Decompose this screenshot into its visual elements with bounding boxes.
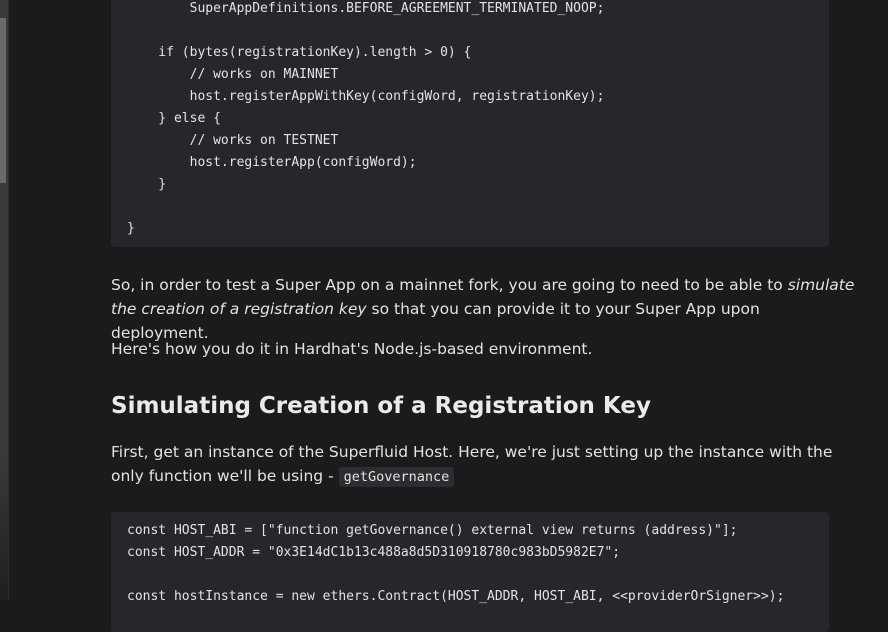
code-line: SuperAppDefinitions.BEFORE_AGREEMENT_TER… [127,1,605,16]
code-line: if (bytes(registrationKey).length > 0) { [127,45,472,60]
text: First, get an instance of the Superfluid… [111,443,833,485]
scrollbar-thumb[interactable] [0,18,6,183]
paragraph-mainnet-fork: So, in order to test a Super App on a ma… [111,273,861,345]
code-line: const hostInstance = new ethers.Contract… [127,589,785,604]
code-block-solidity: SuperAppDefinitions.BEFORE_AGREEMENT_TER… [111,0,829,247]
side-panel-scrollbar[interactable] [0,0,8,600]
divider [8,0,9,600]
code-block-javascript: const HOST_ABI = ["function getGovernanc… [111,512,829,632]
code-line: host.registerApp(configWord); [127,155,417,170]
text: So, in order to test a Super App on a ma… [111,276,788,294]
code-line: // works on MAINNET [127,67,339,82]
side-panel-lower [0,450,8,600]
code-line: const HOST_ABI = ["function getGovernanc… [127,523,738,538]
code-line: } [127,221,135,236]
code-line: // works on TESTNET [127,133,339,148]
code-line: } else { [127,111,221,126]
code-line: const HOST_ADDR = "0x3E14dC1b13c488a8d5D… [127,545,621,560]
code-line: } [127,177,167,192]
code-line: ​ [127,196,813,218]
inline-code: getGovernance [338,467,455,487]
code-line: ​ [127,20,813,42]
section-heading: Simulating Creation of a Registration Ke… [111,393,651,419]
code-line: host.registerAppWithKey(configWord, regi… [127,89,605,104]
paragraph-host-instance: First, get an instance of the Superfluid… [111,440,861,489]
paragraph-hardhat: Here's how you do it in Hardhat's Node.j… [111,340,593,358]
code-line: ​ [127,564,813,586]
